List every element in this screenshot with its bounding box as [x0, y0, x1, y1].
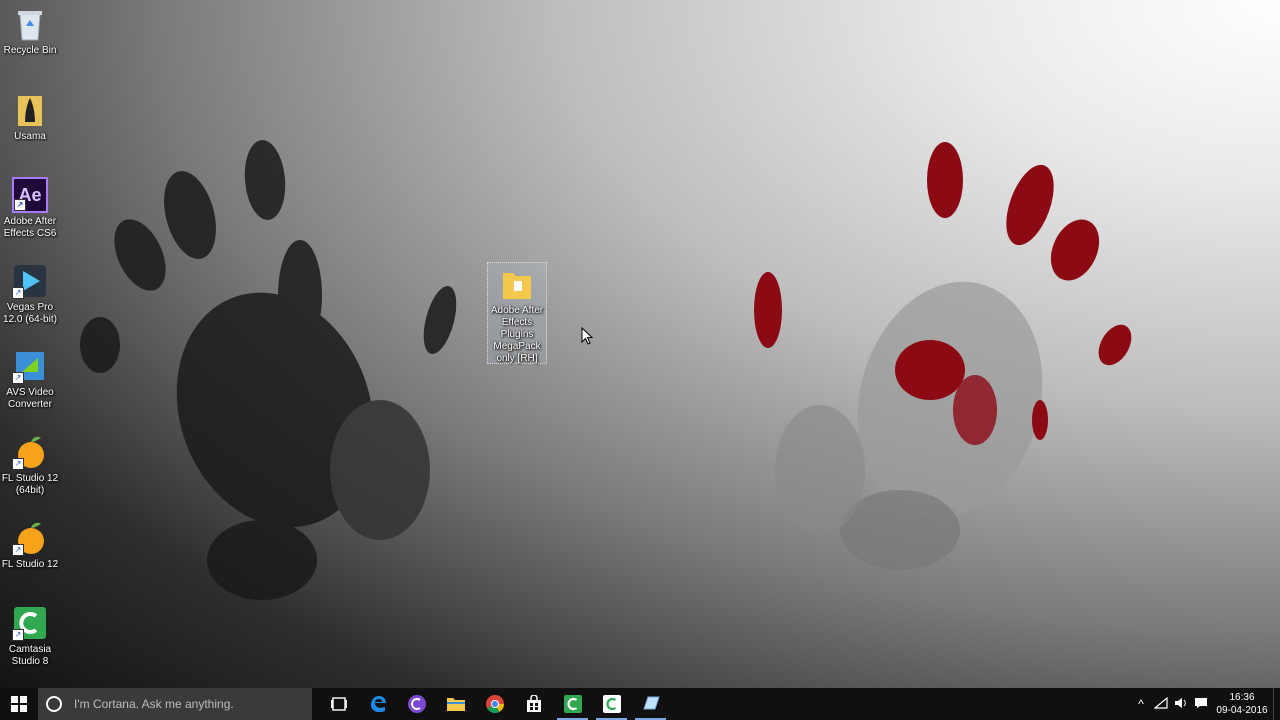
fl-studio-icon: ↗ — [12, 520, 48, 556]
taskbar-file-explorer[interactable] — [436, 688, 475, 720]
desktop-icon-fl-studio[interactable]: ↗ FL Studio 12 — [0, 520, 60, 571]
red-hand-print — [754, 142, 1132, 570]
store-icon — [526, 695, 541, 712]
camtasia-icon: ↗ — [12, 605, 48, 641]
taskbar-camtasia-studio[interactable] — [553, 688, 592, 720]
taskbar-chrome[interactable] — [475, 688, 514, 720]
desktop-icon-fl-studio-64[interactable]: ↗ FL Studio 12 (64bit) — [0, 434, 60, 497]
taskbar-task-view[interactable] — [319, 688, 358, 720]
taskbar-notes[interactable] — [631, 688, 670, 720]
fl-studio-icon: ↗ — [12, 434, 48, 470]
taskbar-clock[interactable]: 16:36 09-04-2016 — [1211, 691, 1273, 717]
shortcut-arrow-icon: ↗ — [12, 458, 24, 470]
icon-label: Recycle Bin — [3, 45, 57, 56]
shortcut-arrow-icon: ↗ — [12, 287, 24, 299]
vegas-pro-icon: ↗ — [12, 263, 48, 299]
volume-icon[interactable] — [1171, 697, 1191, 712]
camtasia-icon — [563, 695, 582, 713]
taskbar-bittorrent[interactable] — [397, 688, 436, 720]
notes-icon — [642, 696, 660, 710]
dark-hand-print — [80, 140, 457, 600]
desktop-icon-avs-video-converter[interactable]: ↗ AVS Video Converter — [0, 348, 60, 411]
folder-icon — [501, 267, 533, 301]
taskbar-camtasia-recorder[interactable] — [592, 688, 631, 720]
recycle-bin-icon — [12, 6, 48, 42]
task-view-icon — [330, 697, 347, 711]
show-desktop-button[interactable] — [1273, 688, 1280, 720]
icon-label: Vegas Pro 12.0 (64-bit) — [3, 302, 57, 325]
shortcut-arrow-icon: ↗ — [12, 629, 24, 641]
desktop-icon-usama[interactable]: Usama — [0, 92, 60, 143]
shortcut-arrow-icon: ↗ — [12, 544, 24, 556]
desktop-icon-recycle-bin[interactable]: Recycle Bin — [0, 6, 60, 57]
taskbar-store[interactable] — [514, 688, 553, 720]
desktop-folder-after-effects-plugins[interactable]: Adobe After Effects Plugins MegaPack onl… — [487, 262, 547, 364]
icon-label: FL Studio 12 — [1, 559, 59, 570]
windows-logo-icon — [11, 696, 27, 712]
network-icon[interactable] — [1151, 696, 1171, 712]
desktop-icon-vegas-pro[interactable]: ↗ Vegas Pro 12.0 (64-bit) — [0, 263, 60, 326]
avs-video-converter-icon: ↗ — [12, 348, 48, 384]
show-hidden-icons-chevron-icon[interactable]: ^ — [1131, 697, 1151, 711]
clock-date: 09-04-2016 — [1216, 705, 1268, 716]
system-tray: ^ 16:36 09-04-2016 — [1131, 688, 1280, 720]
user-folder-icon — [12, 92, 48, 128]
taskbar: I'm Cortana. Ask me anything. ^ 16:36 09… — [0, 688, 1280, 720]
search-placeholder: I'm Cortana. Ask me anything. — [74, 697, 234, 711]
desktop-icon-camtasia[interactable]: ↗ Camtasia Studio 8 — [0, 605, 60, 668]
icon-label: Adobe After Effects Plugins MegaPack onl… — [490, 305, 544, 364]
icon-label: Adobe After Effects CS6 — [3, 216, 57, 239]
after-effects-icon: Ae ↗ — [12, 177, 48, 213]
icon-label: FL Studio 12 (64bit) — [1, 473, 59, 496]
cortana-search-box[interactable]: I'm Cortana. Ask me anything. — [38, 688, 312, 720]
wallpaper — [80, 140, 1132, 600]
icon-label: AVS Video Converter — [6, 387, 54, 410]
taskbar-edge[interactable] — [358, 688, 397, 720]
shortcut-arrow-icon: ↗ — [14, 199, 26, 211]
desktop-icon-after-effects[interactable]: Ae ↗ Adobe After Effects CS6 — [0, 177, 60, 240]
edge-icon — [370, 696, 386, 713]
clock-time: 16:36 — [1229, 692, 1255, 703]
torrent-icon — [407, 695, 426, 713]
icon-label: Camtasia Studio 8 — [8, 644, 52, 667]
cortana-icon — [46, 696, 62, 712]
folder-icon — [446, 698, 465, 711]
action-center-icon[interactable] — [1191, 697, 1211, 712]
mouse-cursor-icon — [581, 327, 593, 345]
icon-label: Usama — [14, 131, 46, 142]
camtasia-recorder-icon — [602, 695, 621, 713]
shortcut-arrow-icon: ↗ — [12, 372, 24, 384]
start-button[interactable] — [0, 688, 38, 720]
chrome-icon — [485, 695, 504, 714]
